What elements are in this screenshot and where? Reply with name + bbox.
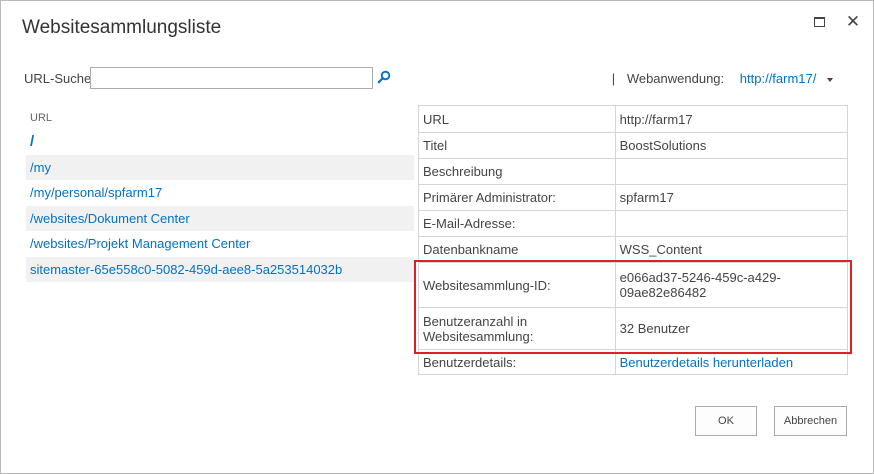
table-row: Titel BoostSolutions: [418, 132, 849, 159]
detail-key: E-Mail-Adresse:: [418, 210, 616, 237]
dialog-title: Websitesammlungsliste: [22, 17, 222, 38]
detail-key: Websitesammlung-ID:: [418, 262, 616, 308]
ok-button[interactable]: OK: [695, 406, 757, 436]
url-list-item[interactable]: /: [26, 129, 414, 155]
chevron-down-icon[interactable]: [827, 77, 833, 82]
detail-key: Benutzerdetails:: [418, 349, 616, 375]
search-icon[interactable]: [377, 70, 391, 84]
detail-key: Primärer Administrator:: [418, 184, 616, 211]
site-collection-details-table: URL http://farm17 Titel BoostSolutions B…: [418, 105, 849, 375]
detail-value: spfarm17: [614, 184, 849, 211]
close-icon[interactable]: ✕: [844, 13, 862, 31]
url-column-header: URL: [30, 112, 53, 124]
detail-value: [614, 210, 849, 237]
detail-value: http://farm17: [614, 105, 849, 133]
url-list-item[interactable]: /websites/Dokument Center: [26, 205, 414, 231]
web-application-label: Webanwendung:: [626, 71, 725, 86]
detail-key: Titel: [418, 132, 616, 159]
table-row: URL http://farm17: [418, 105, 849, 133]
web-application-link[interactable]: http://farm17/: [740, 71, 817, 86]
web-application-selector: | Webanwendung: http://farm17/: [612, 71, 833, 86]
detail-key: Benutzeranzahl in Websitesammlung:: [418, 307, 616, 350]
url-list-item[interactable]: /my: [26, 154, 414, 180]
detail-value: [614, 158, 849, 185]
detail-value: 32 Benutzer: [614, 307, 849, 350]
table-row: Primärer Administrator: spfarm17: [418, 184, 849, 211]
detail-value: BoostSolutions: [614, 132, 849, 159]
table-row: E-Mail-Adresse:: [418, 210, 849, 237]
cancel-button[interactable]: Abbrechen: [774, 406, 847, 436]
url-search-label: URL-Suche: [24, 71, 92, 86]
site-collection-url-list: / /my /my/personal/spfarm17 /websites/Do…: [26, 129, 414, 282]
table-row: Websitesammlung-ID: e066ad37-5246-459c-a…: [418, 262, 849, 308]
site-collection-list-dialog: Websitesammlungsliste ✕ URL-Suche | Weba…: [0, 0, 874, 474]
url-search-input[interactable]: [90, 67, 373, 89]
separator: |: [611, 71, 616, 86]
url-list-item[interactable]: /websites/Projekt Management Center: [26, 231, 414, 257]
detail-value: WSS_Content: [614, 236, 849, 263]
url-list-item[interactable]: /my/personal/spfarm17: [26, 180, 414, 206]
table-row: Benutzeranzahl in Websitesammlung: 32 Be…: [418, 307, 849, 350]
detail-key: URL: [418, 105, 616, 133]
detail-key: Datenbankname: [418, 236, 616, 263]
table-row: Beschreibung: [418, 158, 849, 185]
detail-value: e066ad37-5246-459c-a429-09ae82e86482: [614, 262, 849, 308]
download-user-details-link[interactable]: Benutzerdetails herunterladen: [614, 349, 849, 375]
table-row: Datenbankname WSS_Content: [418, 236, 849, 263]
maximize-icon[interactable]: [811, 13, 829, 31]
table-row: Benutzerdetails: Benutzerdetails herunte…: [418, 349, 849, 375]
detail-key: Beschreibung: [418, 158, 616, 185]
url-list-item[interactable]: sitemaster-65e558c0-5082-459d-aee8-5a253…: [26, 256, 414, 282]
